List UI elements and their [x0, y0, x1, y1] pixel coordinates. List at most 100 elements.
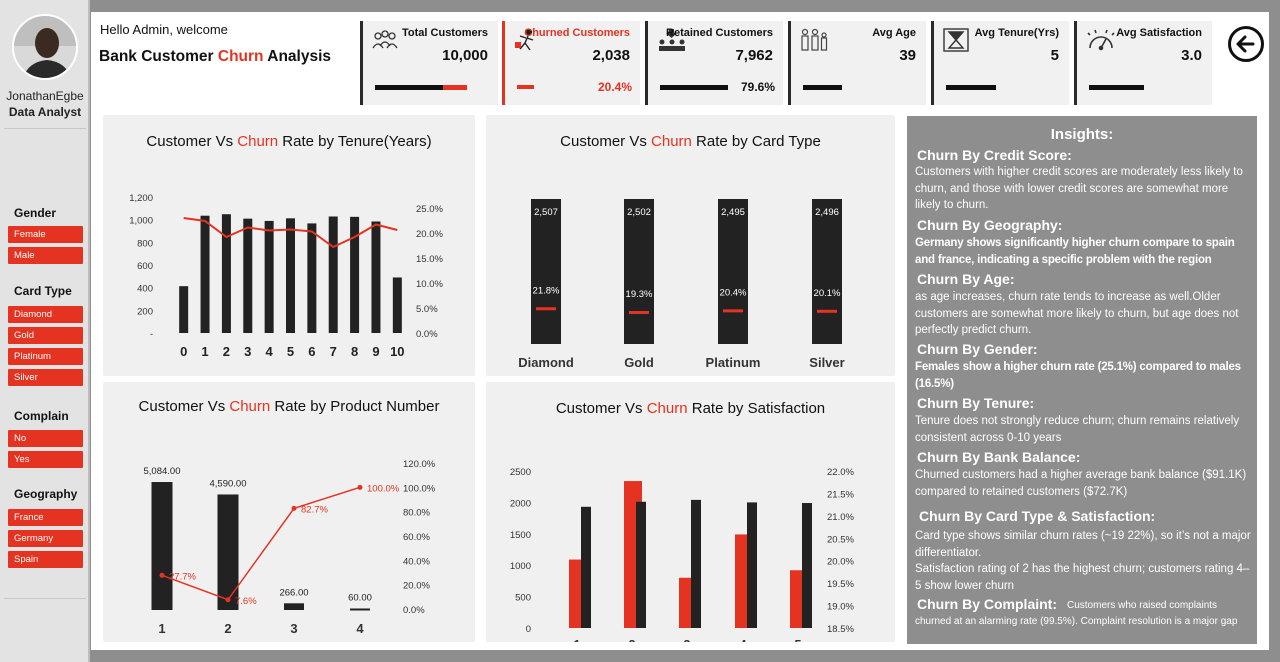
- insight-heading: Churn By Geography:: [917, 217, 1063, 233]
- slicer-item-gold[interactable]: Gold: [8, 327, 83, 344]
- x-tick-label: Diamond: [518, 355, 574, 370]
- x-tick-label: 7: [330, 344, 337, 359]
- y2-tick-label: 100.0%: [403, 483, 436, 494]
- x-tick-label: Platinum: [706, 355, 761, 370]
- rate-label: 7.6%: [235, 596, 257, 607]
- y2-tick-label: 15.0%: [416, 254, 443, 265]
- insights-panel: Insights: Churn By Credit Score: Custome…: [907, 116, 1257, 644]
- insight-heading: Churn By Bank Balance:: [917, 449, 1081, 465]
- x-tick-label: 1: [158, 621, 165, 636]
- kpi-value: 3.0: [1181, 47, 1202, 64]
- kpi-progress-bar: [517, 85, 601, 90]
- insight-heading: Churn By Gender:: [917, 341, 1038, 357]
- x-tick-label: 1: [201, 344, 208, 359]
- chart-panel-card-type: Customer Vs Churn Rate by Card Type 2,50…: [486, 115, 895, 376]
- chart-panel-product-number: Customer Vs Churn Rate by Product Number…: [103, 382, 475, 642]
- bar: [624, 199, 654, 344]
- divider: [4, 598, 86, 599]
- insights-title: Insights:: [1050, 126, 1114, 143]
- slicer-item-france[interactable]: France: [8, 509, 83, 526]
- bar: [286, 218, 295, 333]
- rate-marker: [817, 309, 837, 313]
- card-type-chart: 2,507 21.8% Diamond 2,502 19.3% Gold 2,495 20.4…: [518, 199, 845, 370]
- y-tick-label: 500: [515, 593, 531, 604]
- slicer-item-germany[interactable]: Germany: [8, 530, 83, 547]
- y2-tick-label: 25.0%: [416, 204, 443, 215]
- kpi-progress-bar: [803, 85, 913, 90]
- profile-name: JonathanEgbe: [6, 89, 84, 103]
- x-tick-label: 2: [629, 638, 636, 642]
- chart-panel-satisfaction: Customer Vs Churn Rate by Satisfaction 0…: [486, 382, 895, 642]
- rate-label: 21.8%: [533, 285, 560, 296]
- kpi-percent: 79.6%: [740, 80, 775, 94]
- kpi-progress-bar: [1089, 85, 1189, 90]
- x-tick-label: 10: [390, 344, 404, 359]
- kpi-progress-fill: [946, 85, 996, 90]
- y2-tick-label: 20.0%: [827, 557, 854, 568]
- x-tick-label: 4: [266, 344, 274, 359]
- slicer-item-no[interactable]: No: [8, 430, 83, 447]
- profile-role: Data Analyst: [8, 105, 82, 119]
- slicer-item-female[interactable]: Female: [8, 226, 83, 243]
- insight-text: Customers who raised complaints churned …: [915, 600, 1238, 627]
- title-part: Bank Customer: [99, 48, 218, 65]
- slicer-title-card-type: Card Type: [14, 284, 72, 298]
- rate-label: 20.1%: [814, 288, 841, 299]
- y2-tick-label: 5.0%: [416, 304, 438, 315]
- retained-bar: [636, 501, 646, 628]
- bar-value-label: 60.00: [348, 592, 372, 603]
- y2-tick-label: 19.0%: [827, 602, 854, 613]
- slicer-item-male[interactable]: Male: [8, 247, 83, 264]
- kpi-percent: 20.4%: [597, 80, 632, 94]
- y-tick-label: 1,200: [129, 193, 153, 204]
- x-tick-label: 5: [287, 344, 294, 359]
- churn-rate-line: [161, 486, 361, 601]
- bar: [531, 199, 561, 344]
- rate-point: [357, 484, 363, 490]
- bar-value-label: 2,502: [627, 207, 651, 218]
- y2-tick-label: 20.0%: [416, 229, 443, 240]
- x-tick-label: 3: [244, 344, 251, 359]
- bar: [328, 216, 338, 333]
- back-button[interactable]: [1228, 26, 1264, 62]
- y2-tick-label: 22.0%: [827, 467, 854, 478]
- y-tick-label: 2500: [510, 467, 531, 478]
- bar: [284, 603, 304, 610]
- title-highlight: Churn: [217, 48, 264, 65]
- y-tick-label: 1500: [510, 530, 531, 541]
- hourglass-icon: [943, 28, 969, 52]
- bar: [243, 218, 253, 333]
- kpi-label: Avg Satisfaction: [1116, 27, 1202, 39]
- x-tick-label: 3: [290, 621, 297, 636]
- bar-value-label: 2,495: [721, 207, 745, 218]
- bar-value-label: 4,590.00: [210, 478, 247, 489]
- insight-heading: Churn By Credit Score:: [917, 147, 1072, 163]
- x-tick-label: 8: [351, 344, 358, 359]
- rate-point: [159, 572, 165, 578]
- slicer-item-diamond[interactable]: Diamond: [8, 306, 83, 323]
- kpi-progress-fill: [803, 85, 842, 90]
- slicer-item-yes[interactable]: Yes: [8, 451, 83, 468]
- y-tick-label: 600: [137, 261, 153, 272]
- bar: [307, 223, 317, 333]
- y-tick-label: 400: [137, 284, 153, 295]
- insight-text: Churned customers had a higher average b…: [915, 469, 1247, 498]
- kpi-value: 5: [1050, 47, 1059, 64]
- bar: [217, 494, 239, 610]
- x-tick-label: 1: [574, 638, 581, 642]
- y2-tick-label: 80.0%: [403, 508, 430, 519]
- y2-tick-label: 20.0%: [403, 581, 430, 592]
- slicer-item-spain[interactable]: Spain: [8, 551, 83, 568]
- x-tick-label: Silver: [809, 355, 844, 370]
- insight-text: Card type shows similar churn rates (~19…: [915, 530, 1251, 559]
- retained-bar: [802, 503, 812, 628]
- x-tick-label: 4: [356, 621, 364, 636]
- x-tick-label: 3: [684, 638, 691, 642]
- y-tick-label: 1,000: [129, 216, 153, 227]
- y-tick-label: 800: [137, 238, 153, 249]
- x-tick-label: Gold: [624, 355, 654, 370]
- retained-bar: [581, 506, 591, 628]
- insight-text: Females show a higher churn rate (25.1%)…: [915, 361, 1241, 390]
- slicer-item-silver[interactable]: Silver: [8, 369, 83, 386]
- slicer-item-platinum[interactable]: Platinum: [8, 348, 83, 365]
